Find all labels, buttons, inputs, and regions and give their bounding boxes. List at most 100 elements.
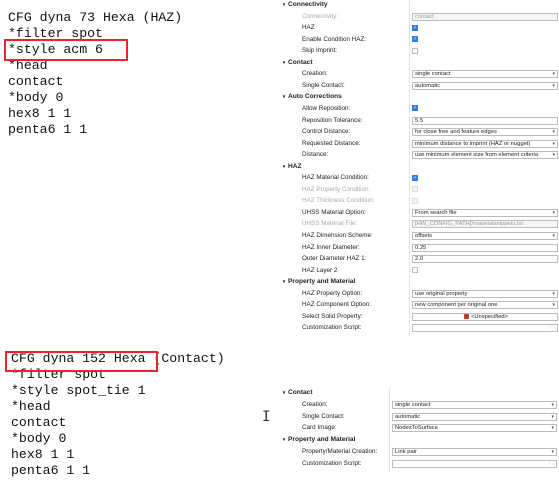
property-label: Creation: xyxy=(302,400,328,408)
text-cursor-icon: I xyxy=(262,409,271,425)
file-field[interactable]: 🗀 xyxy=(412,324,558,333)
chevron-down-icon[interactable]: ▾ xyxy=(552,129,555,135)
field-value: NodesToSurface xyxy=(395,425,438,432)
checkbox[interactable] xyxy=(412,47,418,54)
section-header[interactable]: ▾ Contact xyxy=(280,58,559,68)
code-line: *body 0 xyxy=(11,431,67,446)
checkbox[interactable] xyxy=(412,267,418,274)
dropdown-field[interactable]: Link pair ▾ xyxy=(392,448,557,456)
text-field: [HW_CONFIG_PATH]/materialsnippets.txt xyxy=(412,220,558,229)
property-label: Allow Reposition: xyxy=(302,104,351,112)
field-value: use minimum element size from element cr… xyxy=(415,152,539,159)
field-value: From search file xyxy=(415,209,457,216)
dropdown-field[interactable]: offsets ▾ xyxy=(412,232,558,240)
property-row: Single Contact: automatic ▾ xyxy=(280,81,559,91)
section-header[interactable]: ▾ HAZ xyxy=(280,162,559,172)
section-header[interactable]: ▾ Auto Corrections xyxy=(280,92,559,102)
property-row: HAZ Dimension Scheme: offsets ▾ xyxy=(280,231,559,241)
code-line: penta6 1 1 xyxy=(11,463,91,478)
field-value: use original property xyxy=(415,290,468,297)
section-header[interactable]: ▾ Property and Material xyxy=(280,277,559,287)
dropdown-field[interactable]: single contact ▾ xyxy=(392,400,557,409)
file-field[interactable]: 🗀 xyxy=(392,459,557,468)
checkbox[interactable]: ✓ xyxy=(412,24,418,31)
chevron-down-icon[interactable]: ▾ xyxy=(552,302,555,308)
dropdown-field[interactable]: automatic ▾ xyxy=(412,81,558,90)
property-row: Allow Reposition: ✓ xyxy=(280,104,559,114)
chevron-down-icon[interactable]: ▾ xyxy=(552,71,555,77)
chevron-down-icon[interactable]: ▾ xyxy=(551,402,554,408)
property-label: Customization Script: xyxy=(302,324,362,332)
chevron-down-icon[interactable]: ▾ xyxy=(552,291,555,297)
dropdown-field[interactable]: for close free and feature edges ▾ xyxy=(412,128,558,137)
section-header[interactable]: ▾ Connectivity xyxy=(280,0,559,10)
collapse-icon[interactable]: ▾ xyxy=(280,388,288,398)
text-field[interactable]: 5.5 xyxy=(412,116,558,125)
code-line: *body 0 xyxy=(8,90,64,105)
entity-picker[interactable]: <Unspecified> xyxy=(412,312,558,321)
property-label: Customization Script: xyxy=(302,459,362,467)
section-title: Connectivity xyxy=(288,1,328,8)
section-header[interactable]: ▾ Contact xyxy=(280,388,559,398)
collapse-icon[interactable]: ▾ xyxy=(280,0,288,10)
code-line: CFG dyna 73 Hexa (HAZ) xyxy=(8,10,183,25)
chevron-down-icon[interactable]: ▾ xyxy=(552,83,555,89)
collapse-icon[interactable]: ▾ xyxy=(280,435,288,445)
text-field[interactable]: 2.0 xyxy=(412,255,558,264)
field-value: for close free and feature edges xyxy=(415,129,497,136)
property-label: UHSS Material Option: xyxy=(302,208,366,216)
field-value: contact xyxy=(415,13,434,20)
dropdown-field[interactable]: From search file ▾ xyxy=(412,208,558,217)
chevron-down-icon[interactable]: ▾ xyxy=(552,152,555,158)
chevron-down-icon[interactable]: ▾ xyxy=(551,425,554,431)
dropdown-field[interactable]: use original property ▾ xyxy=(412,289,558,298)
property-label: Creation: xyxy=(302,70,328,78)
checkbox[interactable]: ✓ xyxy=(412,174,418,181)
check-icon: ✓ xyxy=(413,174,418,181)
checkbox xyxy=(412,197,418,204)
property-row: Reposition Tolerance: 5.5 xyxy=(280,116,559,126)
chevron-down-icon[interactable]: ▾ xyxy=(551,414,554,420)
collapse-icon[interactable]: ▾ xyxy=(280,92,288,102)
property-row: Customization Script: 🗀 xyxy=(280,459,559,469)
field-value: [HW_CONFIG_PATH]/materialsnippets.txt xyxy=(415,221,524,228)
property-label: Card Image: xyxy=(302,424,337,432)
folder-icon[interactable]: 🗀 xyxy=(549,461,554,467)
folder-icon[interactable]: 🗀 xyxy=(550,325,555,331)
property-row: HAZ Inner Diameter: 0.25 xyxy=(280,243,559,253)
field-value: 0.25 xyxy=(415,244,427,251)
code-line: contact xyxy=(8,74,64,89)
text-field[interactable]: 0.25 xyxy=(412,243,558,252)
dropdown-field[interactable]: minimum distance to imprint (HAZ or nugg… xyxy=(412,139,558,148)
property-label: Select Solid Property: xyxy=(302,312,363,320)
section-title: Property and Material xyxy=(288,278,356,286)
section-header[interactable]: ▾ Property and Material xyxy=(280,435,559,445)
chevron-down-icon[interactable]: ▾ xyxy=(551,449,554,455)
property-label: UHSS Material File: xyxy=(302,220,358,228)
chevron-down-icon[interactable]: ▾ xyxy=(552,141,555,147)
property-row: UHSS Material Option: From search file ▾ xyxy=(280,208,559,218)
property-label: HAZ Thickness Condition: xyxy=(302,197,375,205)
chevron-down-icon[interactable]: ▾ xyxy=(552,233,555,239)
collapse-icon[interactable]: ▾ xyxy=(280,162,288,172)
dropdown-field[interactable]: new component per original one ▾ xyxy=(412,301,558,310)
property-row: HAZ Thickness Condition: xyxy=(280,196,559,206)
property-label: Single Contact: xyxy=(302,81,345,89)
dropdown-field[interactable]: automatic ▾ xyxy=(392,412,557,421)
property-row: HAZ ✓ xyxy=(280,23,559,33)
property-row: Select Solid Property: <Unspecified> xyxy=(280,312,559,322)
checkbox[interactable]: ✓ xyxy=(412,105,418,112)
collapse-icon[interactable]: ▾ xyxy=(280,277,288,287)
property-label: HAZ xyxy=(302,24,315,32)
dropdown-field[interactable]: single contact ▾ xyxy=(412,70,558,79)
property-label: HAZ Property Option: xyxy=(302,289,363,297)
property-label: HAZ Layer 2 xyxy=(302,266,338,274)
collapse-icon[interactable]: ▾ xyxy=(280,58,288,68)
property-row: Creation: single contact ▾ xyxy=(280,400,559,410)
chevron-down-icon[interactable]: ▾ xyxy=(552,210,555,216)
property-label: HAZ Dimension Scheme: xyxy=(302,232,373,239)
checkbox[interactable]: ✓ xyxy=(412,36,418,43)
dropdown-field[interactable]: NodesToSurface ▾ xyxy=(392,424,557,433)
dropdown-field[interactable]: use minimum element size from element cr… xyxy=(412,151,558,160)
picker-value: <Unspecified> xyxy=(470,313,509,320)
